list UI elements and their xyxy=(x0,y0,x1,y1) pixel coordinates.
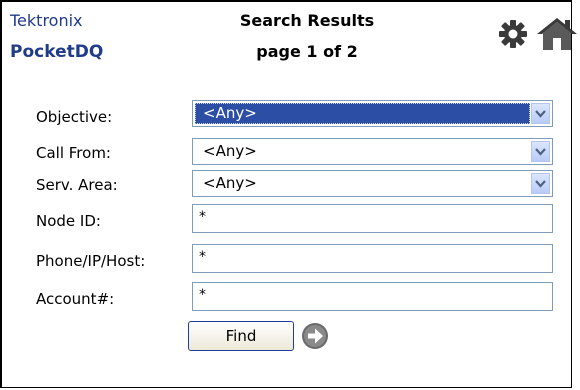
phone-label: Phone/IP/Host: xyxy=(36,252,146,270)
chevron-down-icon[interactable] xyxy=(531,103,550,124)
objective-label: Objective: xyxy=(36,108,113,126)
call-from-value: <Any> xyxy=(203,142,257,160)
objective-select[interactable]: <Any> xyxy=(192,100,553,127)
node-id-label: Node ID: xyxy=(36,212,101,230)
app-name: PocketDQ xyxy=(10,42,104,62)
account-value: * xyxy=(199,287,206,303)
app-frame: Tektronix PocketDQ Search Results page 1… xyxy=(0,0,577,388)
serv-area-value: <Any> xyxy=(203,174,257,192)
brand-name: Tektronix xyxy=(10,11,83,30)
chevron-down-icon[interactable] xyxy=(531,173,550,194)
gear-icon[interactable] xyxy=(499,20,527,48)
objective-value: <Any> xyxy=(203,104,257,122)
arrow-right-circle-icon[interactable] xyxy=(301,322,329,350)
call-from-label: Call From: xyxy=(36,144,111,162)
node-id-field[interactable]: * xyxy=(192,204,553,233)
serv-area-select[interactable]: <Any> xyxy=(192,170,553,197)
account-field[interactable]: * xyxy=(192,282,553,311)
serv-area-label: Serv. Area: xyxy=(36,176,118,194)
home-icon[interactable] xyxy=(535,16,579,52)
call-from-select[interactable]: <Any> xyxy=(192,138,553,165)
find-button[interactable]: Find xyxy=(188,321,294,351)
phone-field[interactable]: * xyxy=(192,244,553,273)
phone-value: * xyxy=(199,249,206,265)
chevron-down-icon[interactable] xyxy=(531,141,550,162)
page-indicator: page 1 of 2 xyxy=(256,42,358,61)
page-title: Search Results xyxy=(239,11,375,30)
node-id-value: * xyxy=(199,209,206,225)
account-label: Account#: xyxy=(36,290,115,308)
